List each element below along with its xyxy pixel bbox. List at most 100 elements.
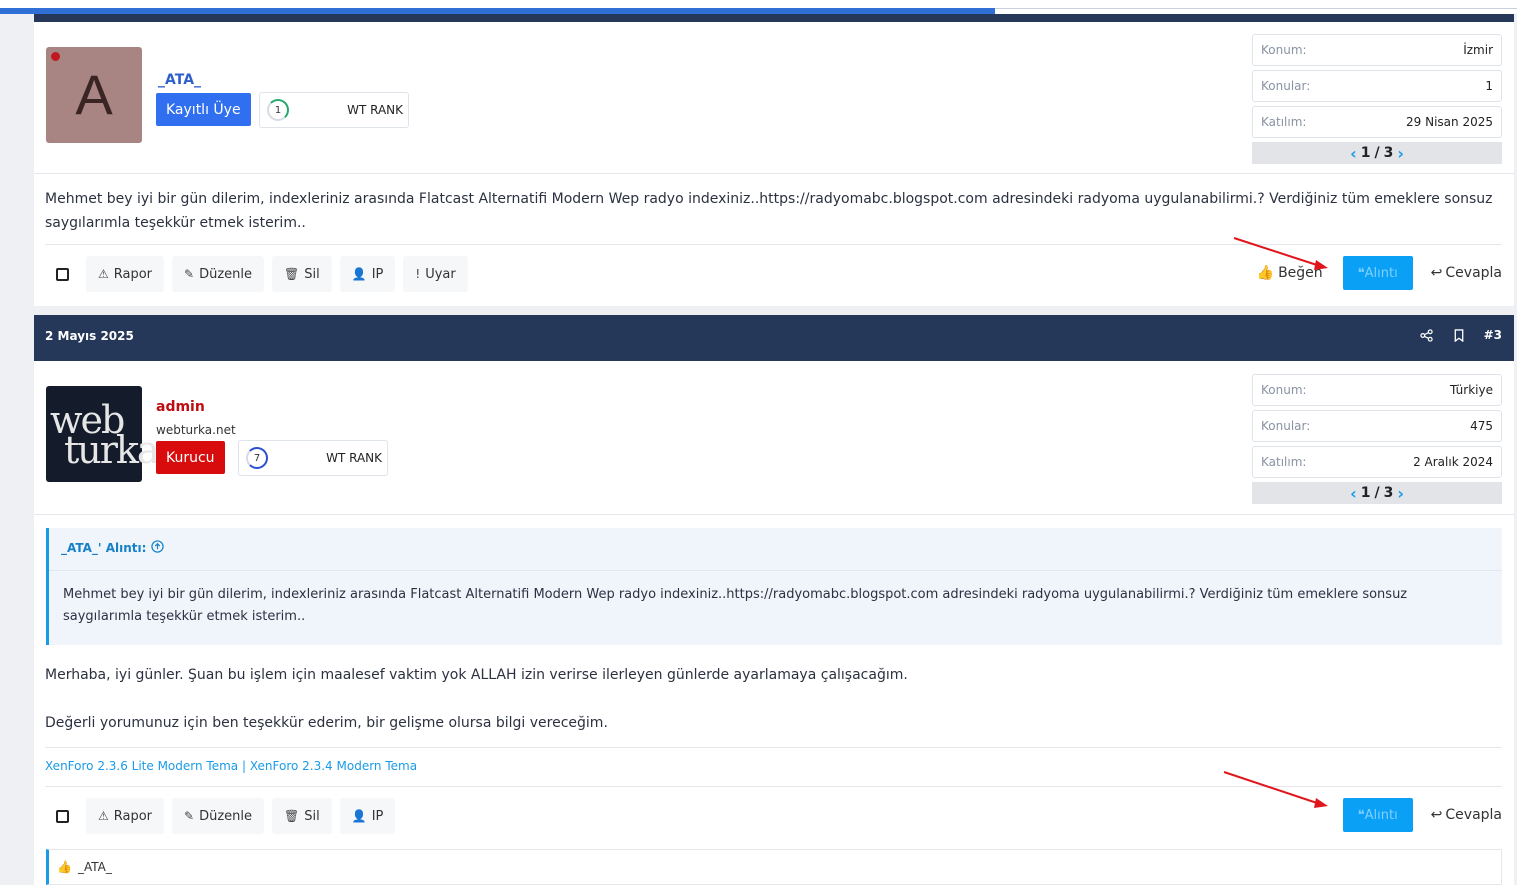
chevron-left-icon[interactable]: ‹ <box>1350 484 1357 503</box>
chevron-right-icon[interactable]: › <box>1397 144 1404 163</box>
rank-circle: 1 <box>267 99 289 121</box>
quote-header[interactable]: _ATA_' Alıntı: <box>61 540 165 556</box>
exclamation-icon: ! <box>415 267 421 281</box>
edit-button[interactable]: ✎ Düzenle <box>172 798 265 834</box>
avatar[interactable]: A <box>46 47 142 143</box>
bookmark-icon[interactable] <box>1452 328 1466 342</box>
signature-link[interactable]: XenForo 2.3.4 Modern Tema <box>250 759 417 773</box>
select-post-checkbox[interactable] <box>46 798 78 834</box>
stat-value: 1 <box>1485 79 1493 93</box>
ip-button[interactable]: 👤 IP <box>339 256 396 292</box>
quote-button[interactable]: ❝ Alıntı <box>1342 256 1413 290</box>
username[interactable]: admin <box>156 399 205 415</box>
stat-location: Konum: Türkiye <box>1252 374 1502 406</box>
stat-key: Katılım: <box>1261 115 1307 129</box>
avatar[interactable]: web turka <box>46 386 160 482</box>
share-icon[interactable] <box>1420 328 1434 342</box>
post-number[interactable]: #3 <box>1484 328 1502 342</box>
stat-threads: Konular: 475 <box>1252 410 1502 442</box>
warning-icon: ⚠ <box>98 267 109 281</box>
quote-label: Alıntı <box>1364 807 1398 823</box>
user-stats: Konum: Türkiye Konular: 475 Katılım: 2 Aral… <box>1252 374 1502 504</box>
delete-button[interactable]: 🗑 Sil <box>272 798 332 834</box>
reply-label: Cevapla <box>1445 265 1502 281</box>
ip-label: IP <box>371 808 384 824</box>
divider <box>45 244 1502 245</box>
report-label: Rapor <box>113 266 153 282</box>
signature-separator: | <box>241 759 247 773</box>
edit-icon: ✎ <box>184 267 195 281</box>
edit-label: Düzenle <box>199 266 253 282</box>
checkbox-box <box>55 267 69 281</box>
warn-button[interactable]: ! Uyar <box>403 256 468 292</box>
thumbs-up-icon: 👍 <box>57 860 72 874</box>
stat-location: Konum: İzmir <box>1252 34 1502 66</box>
ip-button[interactable]: 👤 IP <box>339 798 396 834</box>
rank-box: 7 WT RANK <box>238 440 388 476</box>
delete-label: Sil <box>304 266 320 282</box>
chevron-left-icon[interactable]: ‹ <box>1350 144 1357 163</box>
post-body: Mehmet bey iyi bir gün dilerim, indexler… <box>45 191 1493 231</box>
trash-icon: 🗑 <box>284 809 300 823</box>
user-icon: 👤 <box>351 267 367 281</box>
pager-current: 1 <box>1360 145 1371 161</box>
stat-joined: Katılım: 29 Nisan 2025 <box>1252 106 1502 138</box>
post-body-line: Merhaba, iyi günler. Şuan bu işlem için … <box>45 667 908 683</box>
arrow-up-circle-icon[interactable] <box>151 540 165 556</box>
reading-progress-track <box>0 0 1517 14</box>
report-button[interactable]: ⚠ Rapor <box>86 798 165 834</box>
divider <box>45 747 1502 748</box>
delete-button[interactable]: 🗑 Sil <box>272 256 332 292</box>
role-badge: Kurucu <box>156 441 225 474</box>
rank-circle: 7 <box>246 447 268 469</box>
stat-value: 29 Nisan 2025 <box>1406 115 1493 129</box>
pager-separator: / <box>1374 145 1380 161</box>
quote-icon: ❝ <box>1357 265 1365 281</box>
user-stats: Konum: İzmir Konular: 1 Katılım: 29 Nisan 2… <box>1252 34 1502 164</box>
like-label: Beğen <box>1278 265 1323 281</box>
divider <box>34 514 1514 515</box>
stat-joined: Katılım: 2 Aralık 2024 <box>1252 446 1502 478</box>
chevron-right-icon[interactable]: › <box>1397 484 1404 503</box>
reaction-user[interactable]: _ATA_ <box>78 860 112 874</box>
rank-box: 1 WT RANK <box>259 92 409 128</box>
quote-author: _ATA_' Alıntı: <box>61 541 147 555</box>
warning-icon: ⚠ <box>98 809 109 823</box>
signature-link[interactable]: XenForo 2.3.6 Lite Modern Tema <box>45 759 238 773</box>
like-button[interactable]: 👍 Beğen <box>1247 256 1333 290</box>
reply-icon: ↩ <box>1430 807 1443 823</box>
quote-button[interactable]: ❝ Alıntı <box>1342 798 1413 832</box>
trash-icon: 🗑 <box>284 267 300 281</box>
divider <box>34 173 1514 174</box>
thumbs-up-icon: 👍 <box>1256 265 1275 281</box>
signature: XenForo 2.3.6 Lite Modern Tema | XenForo… <box>45 759 417 773</box>
report-button[interactable]: ⚠ Rapor <box>86 256 165 292</box>
reply-label: Cevapla <box>1445 807 1502 823</box>
reply-button[interactable]: ↩ Cevapla <box>1423 807 1502 823</box>
stat-value: 475 <box>1470 419 1493 433</box>
pager-separator: / <box>1374 485 1380 501</box>
username[interactable]: _ATA_ <box>158 72 201 88</box>
quote-label: Alıntı <box>1364 265 1398 281</box>
select-post-checkbox[interactable] <box>46 256 78 292</box>
role-badge: Kayıtlı Üye <box>156 93 251 126</box>
stat-threads: Konular: 1 <box>1252 70 1502 102</box>
edit-icon: ✎ <box>184 809 195 823</box>
stats-pager: ‹ 1 / 3 › <box>1252 482 1502 504</box>
avatar-logo-line2: turka <box>64 428 160 472</box>
pager-total: 3 <box>1383 145 1394 161</box>
edit-label: Düzenle <box>199 808 253 824</box>
stat-key: Konular: <box>1261 79 1311 93</box>
quote-block: _ATA_' Alıntı: Mehmet bey iyi bir gün di… <box>46 528 1502 645</box>
user-icon: 👤 <box>351 809 367 823</box>
reply-button[interactable]: ↩ Cevapla <box>1423 265 1502 281</box>
warn-label: Uyar <box>425 266 456 282</box>
pager-current: 1 <box>1360 485 1371 501</box>
report-label: Rapor <box>113 808 153 824</box>
avatar-letter: A <box>75 63 113 126</box>
edit-button[interactable]: ✎ Düzenle <box>172 256 265 292</box>
post-date[interactable]: 2 Mayıs 2025 <box>45 329 134 343</box>
quote-icon: ❝ <box>1357 807 1365 823</box>
post-card-1: A _ATA_ Kayıtlı Üye 1 WT RANK Konum: İzmi… <box>34 22 1514 306</box>
reactions-bar[interactable]: 👍 _ATA_ <box>46 849 1502 885</box>
